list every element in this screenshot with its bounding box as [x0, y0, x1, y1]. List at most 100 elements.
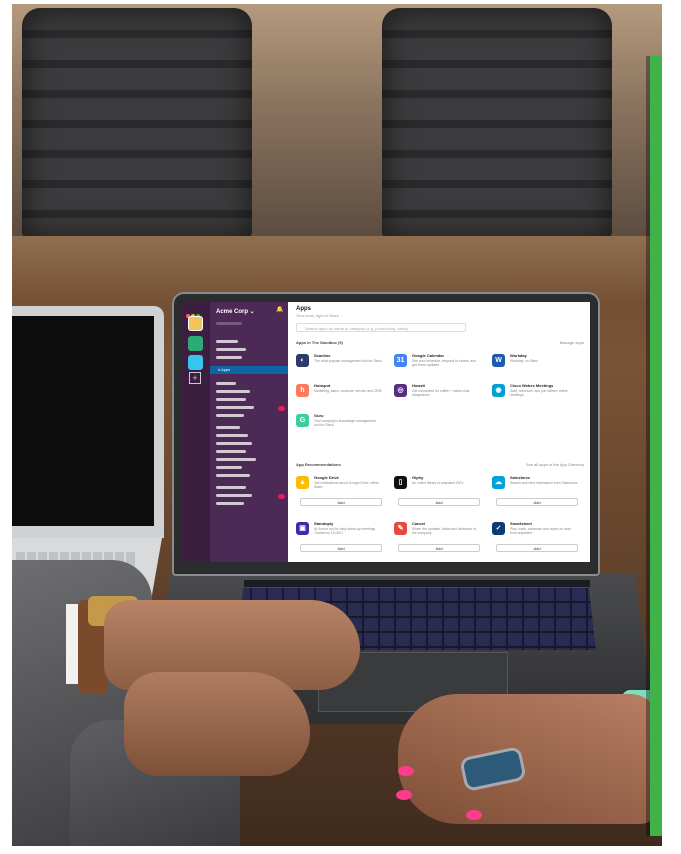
green-accent-bar: [650, 56, 662, 836]
page-title: Apps: [296, 306, 311, 312]
office-chair-left: [22, 8, 252, 238]
add-workspace-icon[interactable]: +: [189, 372, 201, 384]
unread-badge: [278, 494, 285, 499]
recommended-app-card: ▲ Google Drive Get notifications about G…: [296, 474, 386, 506]
sidebar-item[interactable]: [216, 502, 244, 505]
app-description: Plan, track, automate and report on work…: [510, 527, 572, 536]
sidebar-item[interactable]: [216, 348, 246, 351]
jump-to-field[interactable]: [216, 322, 242, 325]
sidebar-item[interactable]: [216, 406, 254, 409]
recommended-app-card: ▣ Standuply AI Scrum bot for daily stand…: [296, 520, 386, 552]
bell-icon[interactable]: 🔔: [276, 306, 283, 313]
app-card[interactable]: h Hubspot Marketing, sales, customer ser…: [296, 382, 386, 412]
manage-apps-link[interactable]: Manage apps: [560, 340, 584, 345]
app-name: Guru: [314, 413, 324, 418]
app-name: Google Calendar: [412, 353, 445, 358]
add-app-button[interactable]: Add: [398, 544, 480, 552]
app-name: Cancel: [412, 521, 426, 526]
office-chair-right: [382, 8, 612, 238]
app-logo-icon: ☁: [492, 476, 505, 489]
sidebar-item[interactable]: [216, 466, 242, 469]
app-logo-icon: ▲: [296, 476, 309, 489]
app-description: An online library of animated GIFs: [412, 481, 464, 485]
sidebar-item[interactable]: [216, 434, 248, 437]
app-description: Share live updates, drafts and decisions…: [412, 527, 476, 536]
app-logo-icon: ▣: [296, 522, 309, 535]
app-description: Marketing, sales, customer service and C…: [314, 389, 382, 393]
app-logo-icon: G: [296, 414, 309, 427]
sidebar-item-apps-label: # Apps: [218, 367, 231, 372]
sidebar-item[interactable]: [216, 340, 238, 343]
app-description: Start, schedule, and join Webex online m…: [510, 389, 568, 398]
app-directory-link[interactable]: See all apps in the App Directory: [526, 462, 584, 467]
resting-hand: [124, 672, 310, 776]
app-card[interactable]: ◉ Cisco Webex Meetings Start, schedule, …: [492, 382, 582, 412]
add-app-button[interactable]: Add: [496, 498, 578, 506]
workspace-icon-1[interactable]: [188, 316, 203, 331]
recommended-app-card: ✎ Cancel Share live updates, drafts and …: [394, 520, 484, 552]
woman-hand: [398, 694, 660, 824]
app-description: AI Scrum bot for daily stand-up meetings…: [314, 527, 377, 536]
app-name: Howzit: [412, 383, 425, 388]
section-recommended-heading: App Recommendations: [296, 462, 341, 467]
search-input[interactable]: Search apps by name or category (e.g. pr…: [296, 323, 466, 332]
add-app-button[interactable]: Add: [300, 498, 382, 506]
app-card[interactable]: W Workday Workday, on Slack: [492, 352, 582, 382]
page-subtitle: Your tools, right in Slack: [296, 313, 339, 318]
section-installed-heading: Apps in The Sandbox (9): [296, 340, 343, 345]
app-description: See your schedule, respond to invites, a…: [412, 359, 477, 368]
app-description: Workday, on Slack: [510, 359, 538, 363]
app-card[interactable]: ◎ Howzit Get connected for coffee + usef…: [394, 382, 484, 412]
app-card[interactable]: 31 Google Calendar See your schedule, re…: [394, 352, 484, 382]
app-logo-icon: ◎: [394, 384, 407, 397]
channel-sidebar: Acme Corp ⌄ 🔔 # Apps: [210, 302, 288, 562]
app-logo-icon: ◉: [492, 384, 505, 397]
sidebar-item[interactable]: [216, 356, 242, 359]
app-logo-icon: ◐: [296, 354, 309, 367]
sidebar-item[interactable]: [216, 390, 250, 393]
app-description: Get connected for coffee + useful chat i…: [412, 389, 470, 398]
sidebar-item[interactable]: [216, 474, 250, 477]
app-name: Smartsheet: [510, 521, 532, 526]
workspace-icon-2[interactable]: [188, 336, 203, 351]
app-name: Workday: [510, 353, 527, 358]
sidebar-item[interactable]: [216, 494, 252, 497]
app-name: Giphy: [412, 475, 424, 480]
add-app-button[interactable]: Add: [300, 544, 382, 552]
app-name: Scanline: [314, 353, 331, 358]
app-logo-icon: ✎: [394, 522, 407, 535]
touch-bar: [244, 580, 590, 587]
app-logo-icon: ▯: [394, 476, 407, 489]
laptop-screen: + Acme Corp ⌄ 🔔 # Apps Apps Your tools, …: [182, 302, 590, 562]
apps-pane: Apps Your tools, right in Slack Search a…: [288, 302, 590, 562]
add-app-button[interactable]: Add: [496, 544, 578, 552]
sidebar-item[interactable]: [216, 458, 256, 461]
recommended-app-card: ✓ Smartsheet Plan, track, automate and r…: [492, 520, 582, 552]
app-name: Hubspot: [314, 383, 331, 388]
sidebar-item[interactable]: [216, 486, 246, 489]
app-logo-icon: h: [296, 384, 309, 397]
sidebar-item[interactable]: [216, 426, 240, 429]
workspace-rail: +: [182, 302, 210, 562]
app-card[interactable]: G Guru Your company's knowledge manageme…: [296, 412, 386, 442]
app-name: Standuply: [314, 521, 334, 526]
workspace-name[interactable]: Acme Corp ⌄: [216, 308, 255, 315]
sidebar-item[interactable]: [216, 398, 246, 401]
app-logo-icon: ✓: [492, 522, 505, 535]
app-logo-icon: 31: [394, 354, 407, 367]
sidebar-item[interactable]: [216, 450, 246, 453]
app-name: Google Drive: [314, 475, 339, 480]
pink-fingernail: [466, 810, 482, 820]
sidebar-item[interactable]: [216, 442, 252, 445]
app-card[interactable]: ◐ Scanline The most popular management t…: [296, 352, 386, 382]
workspace-icon-3[interactable]: [188, 355, 203, 370]
left-laptop-screen: [12, 316, 154, 526]
pink-fingernail: [398, 766, 414, 776]
app-description: The most popular management tool for Sla…: [314, 359, 382, 363]
sidebar-item[interactable]: [216, 382, 236, 385]
recommended-app-card: ☁ Salesforce Search and view information…: [492, 474, 582, 506]
add-app-button[interactable]: Add: [398, 498, 480, 506]
pink-fingernail: [396, 790, 412, 800]
sidebar-item[interactable]: [216, 414, 244, 417]
app-description: Your company's knowledge management tool…: [314, 419, 376, 428]
